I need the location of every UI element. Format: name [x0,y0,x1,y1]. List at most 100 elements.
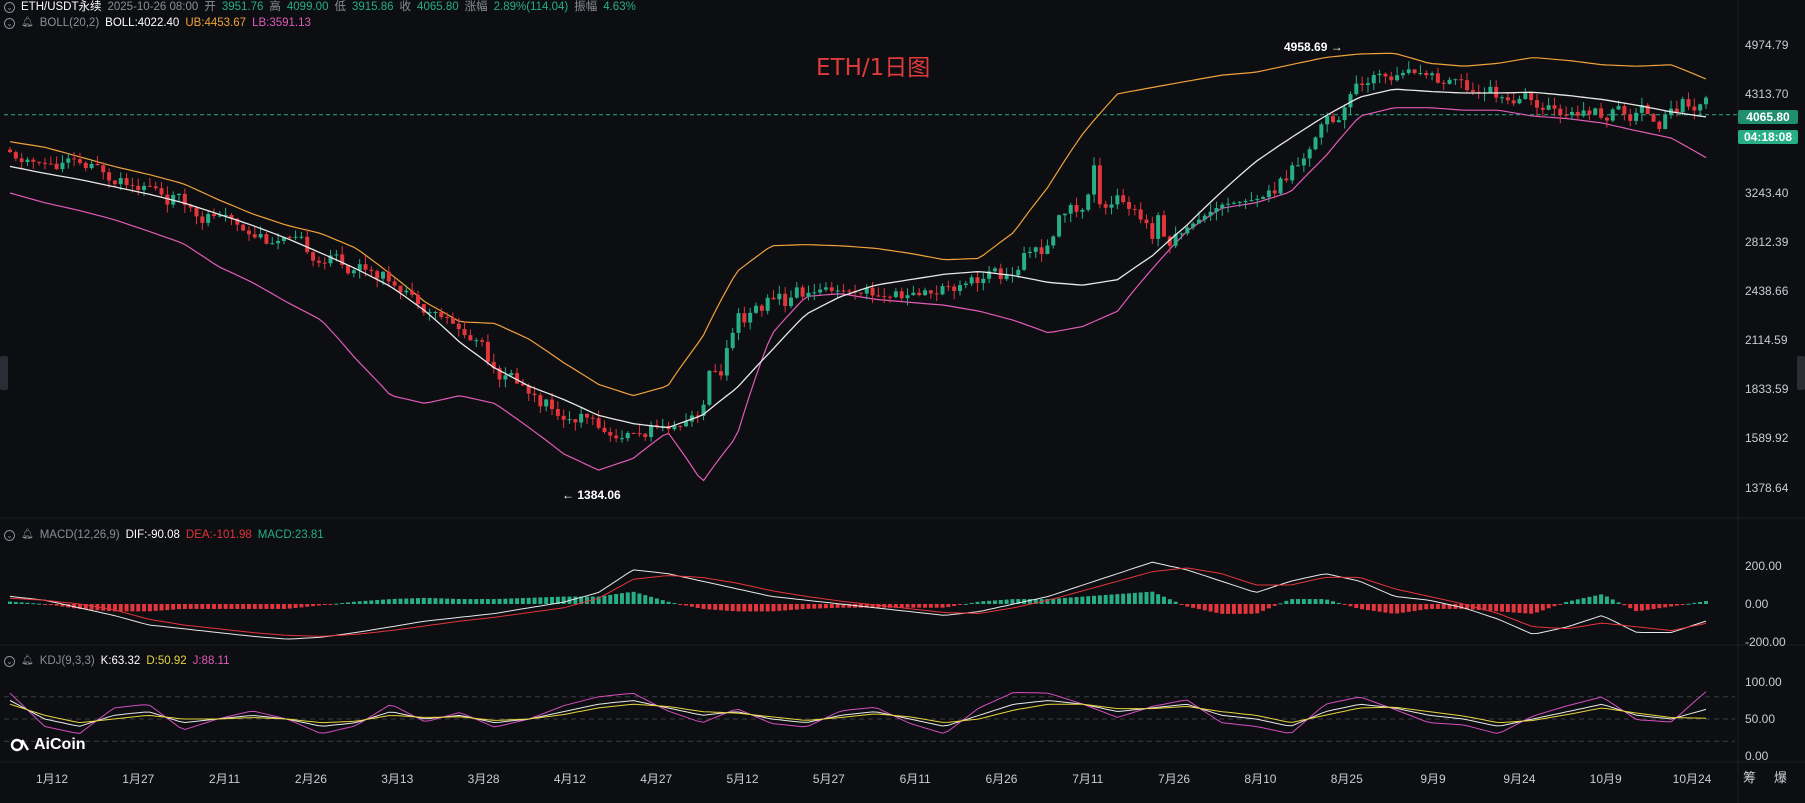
candle-body [37,161,42,163]
macd-histogram-bar [1645,604,1650,610]
macd-tick-label: -200.00 [1745,635,1786,649]
macd-histogram-bar [573,596,578,604]
date-tick-label: 2月11 [209,772,241,786]
candle-body [1360,83,1365,86]
candle-body [456,323,461,330]
macd-histogram-bar [1226,604,1231,614]
candle-body [1546,105,1551,110]
candle-body [1534,100,1539,108]
macd-histogram-bar [1692,602,1697,604]
chip-button[interactable]: 筹 [1743,767,1756,786]
candle-body [538,395,543,407]
macd-histogram-bar [654,598,659,604]
date-tick-label: 2月26 [294,772,327,786]
macd-histogram-bar [1173,601,1178,604]
candle-body [410,290,415,295]
macd-histogram-bar [806,604,811,609]
candle-body [270,243,275,245]
candle-body [1354,83,1359,95]
date-tick-label: 7月11 [1072,772,1104,786]
macd-histogram-bar [182,604,187,609]
macd-histogram-bar [311,604,316,607]
macd-histogram-bar [1301,599,1306,604]
candle-body [118,178,123,185]
macd-histogram-bar [713,604,718,610]
candle-body [1412,69,1417,74]
right-collapse-tab[interactable] [1797,356,1805,390]
candle-body [1500,97,1505,99]
macd-histogram-bar [1127,593,1132,604]
macd-histogram-bar [474,599,479,604]
macd-histogram-bar [625,592,630,604]
macd-histogram-bar [684,604,689,606]
candle-body [893,291,898,298]
macd-histogram-bar [375,600,380,604]
macd-histogram-bar [724,604,729,611]
macd-histogram-bar [765,604,770,612]
macd-histogram-bar [124,604,129,612]
macd-histogram-bar [788,604,793,611]
candle-body [975,277,980,284]
macd-histogram-bar [497,598,502,604]
macd-histogram-bar [812,604,817,609]
macd-histogram-bar [1435,604,1440,609]
macd-histogram-bar [899,604,904,608]
candle-body [1365,83,1370,86]
candle-body [1290,165,1295,181]
candle-body [1016,269,1021,276]
macd-histogram-bar [264,604,269,609]
candle-body [777,293,782,300]
candle-body [316,260,321,263]
macd-histogram-bar [783,604,788,611]
candle-body [77,159,82,163]
candle-body [381,271,386,279]
candle-body [485,341,490,362]
left-collapse-tab[interactable] [0,356,8,390]
candle-body [771,297,776,300]
candle-body [724,348,729,376]
macd-histogram-bar [1004,599,1009,604]
macd-histogram-bar [1156,594,1161,604]
candle-body [1698,104,1703,111]
macd-histogram-bar [946,604,951,608]
macd-histogram-bar [1628,604,1633,609]
candle-body [369,269,374,272]
candle-body [1406,69,1411,73]
candle-body [392,281,397,286]
candle-body [736,313,741,333]
candle-body [602,427,607,433]
macd-histogram-bar [1150,591,1155,604]
candle-body [386,271,391,282]
chart-canvas[interactable] [0,0,1805,803]
macd-histogram-bar [550,597,555,604]
macd-histogram-bar [1278,603,1283,605]
kdj-j-line [9,691,1707,734]
macd-histogram-bar [1092,595,1097,604]
macd-histogram-bar [1057,598,1062,604]
macd-histogram-bar [1161,596,1166,604]
macd-histogram-bar [1255,604,1260,614]
candle-body [1022,253,1027,270]
candle-body [1319,124,1324,138]
candle-body [415,294,420,305]
candle-body [911,292,916,296]
macd-histogram-bar [1400,604,1405,613]
candle-body [590,417,595,419]
macd-histogram-bar [631,591,636,604]
macd-histogram-bar [1511,604,1516,613]
macd-histogram-bar [695,604,700,608]
candle-body [1336,120,1341,123]
candle-body [1080,209,1085,212]
candle-body [258,234,263,238]
candle-body [1307,149,1312,159]
macd-histogram-bar [759,604,764,612]
candle-body [1115,195,1120,205]
low-annotation: ← 1384.06 [562,488,621,502]
aicoin-logo: AiCoin [10,736,86,754]
macd-histogram-bar [1505,604,1510,613]
liquidation-button[interactable]: 爆 [1774,767,1787,786]
candle-body [54,163,59,170]
macd-histogram-bar [1272,604,1277,606]
candle-body [246,230,251,235]
macd-histogram-bar [1325,599,1330,604]
